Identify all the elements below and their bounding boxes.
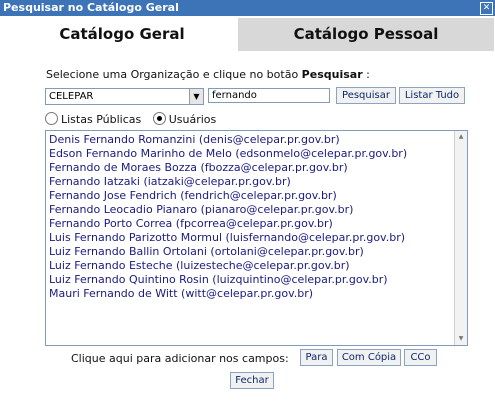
- chevron-down-icon[interactable]: ▼: [189, 89, 203, 104]
- list-item[interactable]: Denis Fernando Romanzini (denis@celepar.…: [49, 133, 340, 147]
- users-radio[interactable]: [152, 112, 166, 125]
- search-input[interactable]: [208, 88, 330, 103]
- to-button[interactable]: Para: [300, 349, 333, 366]
- list-item[interactable]: Fernando Porto Correa (fpcorrea@celepar.…: [49, 217, 333, 231]
- title-bar: Pesquisar no Catálogo Geral ✕: [0, 0, 495, 16]
- scroll-down-icon[interactable]: ▼: [455, 333, 467, 345]
- list-item[interactable]: Fernando Leocadio Pianaro (pianaro@celep…: [49, 203, 353, 217]
- results-listbox[interactable]: Denis Fernando Romanzini (denis@celepar.…: [45, 130, 468, 346]
- organization-value: CELEPAR: [49, 91, 94, 102]
- window-title: Pesquisar no Catálogo Geral: [3, 1, 179, 14]
- list-item[interactable]: Luiz Fernando Esteche (luizesteche@celep…: [49, 259, 350, 273]
- tab-catalogo-geral[interactable]: Catálogo Geral: [6, 18, 238, 51]
- instruction-text: Selecione uma Organização e clique no bo…: [46, 68, 370, 81]
- list-item[interactable]: Luis Fernando Parizotto Mormul (luisfern…: [49, 231, 405, 245]
- instruction-prefix: Selecione uma Organização e clique no bo…: [46, 68, 302, 81]
- public-lists-radio[interactable]: [45, 112, 58, 125]
- instruction-suffix: :: [362, 68, 370, 81]
- scrollbar[interactable]: ▲ ▼: [454, 131, 467, 345]
- scroll-up-icon[interactable]: ▲: [455, 131, 467, 143]
- users-label: Usuários: [168, 113, 217, 126]
- tab-catalogo-pessoal[interactable]: Catálogo Pessoal: [238, 18, 494, 51]
- instruction-bold: Pesquisar: [301, 68, 363, 81]
- filter-radios: Listas Públicas Usuários: [45, 112, 224, 126]
- list-item[interactable]: Fernando Iatzaki (iatzaki@celepar.pr.gov…: [49, 175, 291, 189]
- public-lists-label: Listas Públicas: [61, 113, 142, 126]
- list-item[interactable]: Luiz Fernando Quintino Rosin (luizquinti…: [49, 273, 388, 287]
- list-item[interactable]: Luiz Fernando Ballin Ortolani (ortolani@…: [49, 245, 364, 259]
- list-item[interactable]: Fernando Jose Fendrich (fendrich@celepar…: [49, 189, 337, 203]
- list-all-button[interactable]: Listar Tudo: [399, 87, 465, 104]
- add-to-fields-label: Clique aqui para adicionar nos campos:: [71, 352, 289, 365]
- list-item[interactable]: Fernando de Moraes Bozza (fbozza@celepar…: [49, 161, 348, 175]
- close-button[interactable]: Fechar: [230, 372, 274, 389]
- search-button[interactable]: Pesquisar: [336, 87, 396, 104]
- search-dialog: Pesquisar no Catálogo Geral ✕ Catálogo G…: [0, 0, 495, 407]
- cc-button[interactable]: Com Cópia: [337, 349, 401, 366]
- list-item[interactable]: Mauri Fernando de Witt (witt@celepar.pr.…: [49, 287, 313, 301]
- list-item[interactable]: Edson Fernando Marinho de Melo (edsonmel…: [49, 147, 407, 161]
- organization-select[interactable]: CELEPAR ▼: [45, 88, 204, 105]
- close-icon[interactable]: ✕: [480, 2, 493, 15]
- bcc-button[interactable]: CCo: [404, 349, 437, 366]
